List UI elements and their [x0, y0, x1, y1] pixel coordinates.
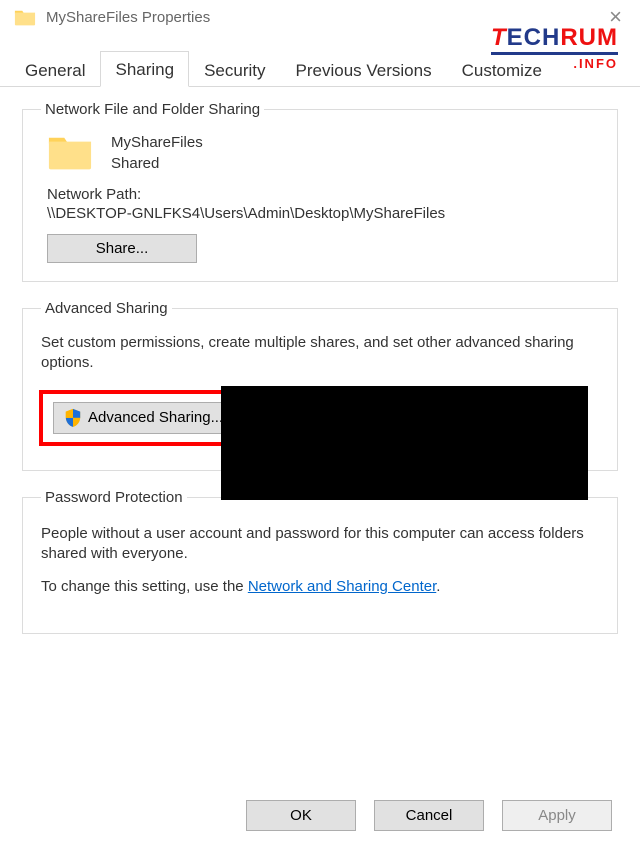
- apply-button[interactable]: Apply: [502, 800, 612, 831]
- group-password-protection: Password Protection People without a use…: [22, 489, 618, 635]
- tab-sharing[interactable]: Sharing: [100, 51, 189, 87]
- text: To change this setting, use the: [41, 578, 248, 595]
- network-path-value: \\DESKTOP-GNLFKS4\Users\Admin\Desktop\My…: [47, 205, 601, 222]
- folder-name: MyShareFiles: [111, 132, 203, 153]
- network-path-label: Network Path:: [47, 186, 601, 203]
- tab-general[interactable]: General: [10, 52, 100, 87]
- advanced-desc: Set custom permissions, create multiple …: [41, 333, 599, 374]
- advanced-sharing-label: Advanced Sharing...: [88, 409, 223, 426]
- group-legend: Password Protection: [41, 489, 187, 506]
- folder-icon: [47, 133, 93, 173]
- tab-security[interactable]: Security: [189, 52, 280, 87]
- window-title: MyShareFiles Properties: [46, 9, 210, 26]
- watermark: TECHRUM .INFO: [491, 26, 618, 70]
- folder-icon: [14, 8, 36, 26]
- text: .: [436, 578, 440, 595]
- ok-button[interactable]: OK: [246, 800, 356, 831]
- share-status: Shared: [111, 153, 203, 174]
- group-legend: Advanced Sharing: [41, 300, 172, 317]
- share-button[interactable]: Share...: [47, 234, 197, 263]
- cancel-button[interactable]: Cancel: [374, 800, 484, 831]
- network-sharing-center-link[interactable]: Network and Sharing Center: [248, 578, 436, 595]
- uac-shield-icon: [64, 408, 82, 428]
- password-link-row: To change this setting, use the Network …: [41, 578, 599, 595]
- group-legend: Network File and Folder Sharing: [41, 101, 264, 118]
- password-desc: People without a user account and passwo…: [41, 524, 599, 565]
- tab-previous-versions[interactable]: Previous Versions: [281, 52, 447, 87]
- redacted-region: [221, 386, 588, 500]
- group-network-sharing: Network File and Folder Sharing MyShareF…: [22, 101, 618, 282]
